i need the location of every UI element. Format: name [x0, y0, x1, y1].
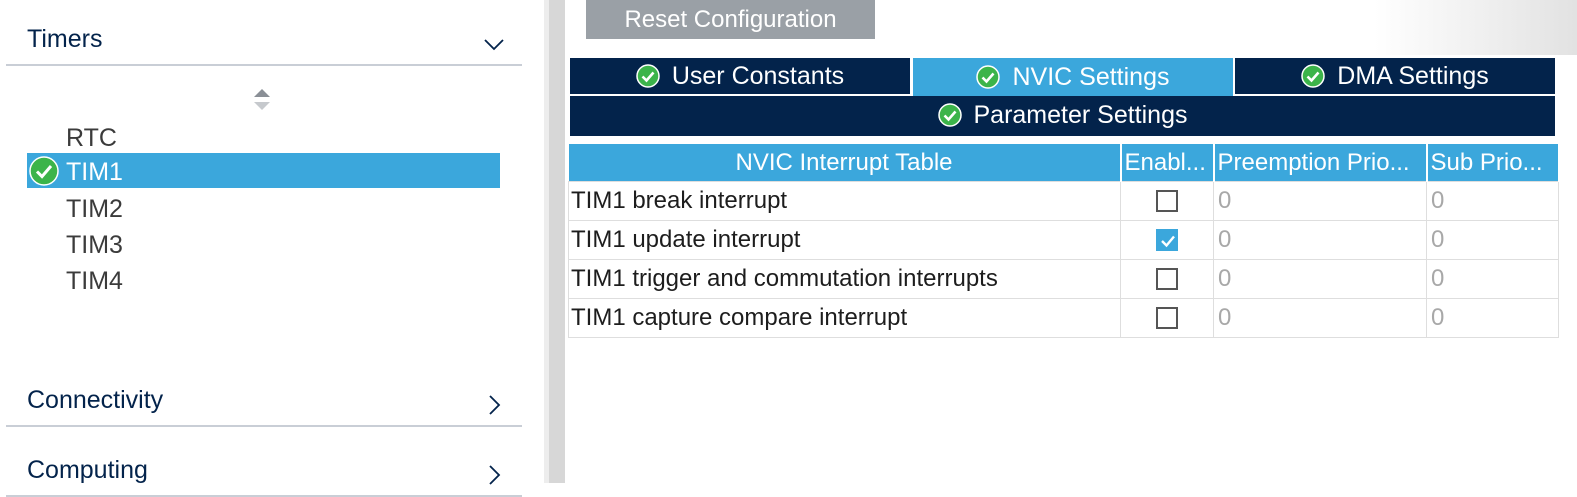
check-circle-icon [937, 103, 962, 127]
table-row[interactable]: TIM1 break interrupt 0 0 [568, 181, 1559, 221]
category-timers[interactable]: Timers [6, 24, 522, 66]
panel-splitter-bar[interactable] [549, 0, 565, 483]
category-label: Timers [27, 25, 103, 53]
sub-priority-cell[interactable]: 0 [1426, 220, 1559, 260]
category-connectivity[interactable]: Connectivity [6, 385, 522, 427]
preemption-priority-cell[interactable]: 0 [1213, 220, 1427, 260]
check-circle-icon [29, 156, 59, 186]
sidebar: Timers RTC TIM1 TIM2 TIM3 TIM4 Connectiv… [0, 0, 540, 497]
tab-strip-border [570, 134, 1555, 136]
preemption-priority-cell[interactable]: 0 [1213, 298, 1427, 338]
preemption-priority-cell[interactable]: 0 [1213, 181, 1427, 221]
tree-item-label: TIM2 [66, 195, 123, 223]
tab-user-constants[interactable]: User Constants [570, 58, 910, 94]
enable-checkbox[interactable] [1156, 307, 1178, 329]
category-label: Connectivity [27, 386, 164, 414]
sub-priority-cell[interactable]: 0 [1426, 259, 1559, 299]
tree-item-label: TIM4 [66, 267, 123, 295]
sub-priority-cell[interactable]: 0 [1426, 181, 1559, 221]
table-row[interactable]: TIM1 capture compare interrupt 0 0 [568, 298, 1559, 338]
tab-label: NVIC Settings [1012, 62, 1170, 91]
table-header-row: NVIC Interrupt Table Enabl... Preemption… [568, 144, 1560, 182]
chevron-right-icon[interactable] [480, 461, 508, 489]
column-header-sub-priority[interactable]: Sub Prio... [1426, 144, 1560, 182]
tree-item-tim3[interactable]: TIM3 [27, 226, 500, 261]
chevron-down-icon[interactable] [480, 30, 508, 58]
sub-priority-cell[interactable]: 0 [1426, 298, 1559, 338]
chevron-right-icon[interactable] [480, 391, 508, 419]
tab-nvic-settings[interactable]: NVIC Settings [913, 58, 1233, 96]
interrupt-name: TIM1 capture compare interrupt [568, 298, 1121, 338]
interrupt-name: TIM1 break interrupt [568, 181, 1121, 221]
interrupt-name: TIM1 trigger and commutation interrupts [568, 259, 1121, 299]
tab-label: Parameter Settings [973, 100, 1188, 129]
tree-item-tim2[interactable]: TIM2 [27, 190, 500, 225]
tab-label: User Constants [671, 61, 845, 90]
check-circle-icon [976, 65, 1001, 89]
tab-label: DMA Settings [1337, 61, 1489, 90]
sort-arrows-icon[interactable] [250, 85, 274, 115]
tree-item-tim1[interactable]: TIM1 [27, 153, 500, 188]
tab-dma-settings[interactable]: DMA Settings [1235, 58, 1555, 94]
tree-item-rtc[interactable]: RTC [27, 119, 500, 154]
enable-checkbox[interactable] [1156, 190, 1178, 212]
category-label: Computing [27, 456, 148, 484]
column-header-interrupt[interactable]: NVIC Interrupt Table [568, 144, 1122, 182]
tab-parameter-settings[interactable]: Parameter Settings [570, 96, 1555, 134]
table-row[interactable]: TIM1 update interrupt 0 0 [568, 220, 1559, 260]
check-circle-icon [1301, 64, 1326, 88]
enable-checkbox[interactable] [1156, 268, 1178, 290]
column-header-enabled[interactable]: Enabl... [1120, 144, 1215, 182]
nvic-interrupt-table: NVIC Interrupt Table Enabl... Preemption… [568, 144, 1560, 338]
configuration-panel: Reset Configuration User Constants NVIC … [565, 0, 1577, 483]
interrupt-name: TIM1 update interrupt [568, 220, 1121, 260]
tree-item-tim4[interactable]: TIM4 [27, 262, 500, 297]
check-circle-icon [636, 64, 660, 88]
reset-configuration-button[interactable]: Reset Configuration [586, 0, 875, 39]
preemption-priority-cell[interactable]: 0 [1213, 259, 1427, 299]
tree-item-label: TIM1 [66, 158, 123, 186]
enable-checkbox[interactable] [1156, 229, 1178, 251]
tree-item-label: TIM3 [66, 231, 123, 259]
table-row[interactable]: TIM1 trigger and commutation interrupts … [568, 259, 1559, 299]
column-header-preemption-priority[interactable]: Preemption Prio... [1213, 144, 1428, 182]
checkmark-icon [1161, 235, 1175, 248]
category-computing[interactable]: Computing [6, 455, 522, 497]
tree-item-label: RTC [66, 124, 117, 152]
